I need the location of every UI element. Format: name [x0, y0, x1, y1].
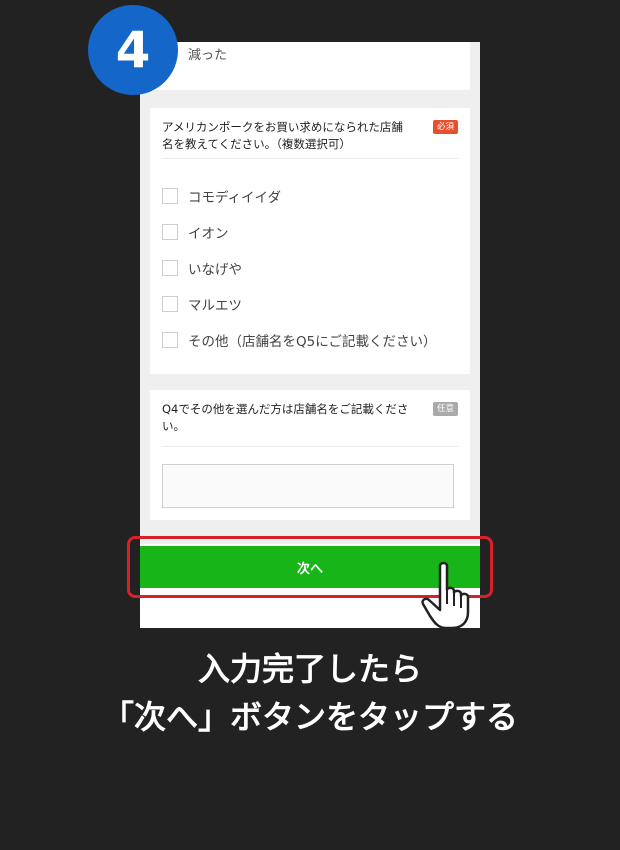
option-label: いなげや — [188, 262, 242, 278]
store-name-textarea[interactable] — [162, 464, 454, 508]
previous-option-label: 減った — [188, 48, 228, 63]
option-label: イオン — [188, 226, 229, 242]
instruction-caption-line2: 「次へ」ボタンをタップする — [101, 698, 518, 736]
option-aeon[interactable]: イオン — [162, 223, 229, 242]
previous-question-card: 減った — [150, 42, 470, 90]
checkbox[interactable] — [162, 260, 178, 276]
divider — [162, 446, 458, 447]
option-inageya[interactable]: いなげや — [162, 259, 242, 278]
checkbox[interactable] — [162, 224, 178, 240]
divider — [162, 158, 458, 159]
checkbox[interactable] — [162, 188, 178, 204]
checkbox[interactable] — [162, 296, 178, 312]
required-badge: 必須 — [432, 120, 458, 134]
option-maruetsu[interactable]: マルエツ — [162, 295, 242, 314]
instruction-caption-line1: 入力完了したら — [197, 650, 422, 688]
option-label: マルエツ — [188, 298, 242, 314]
option-label: その他（店舗名をQ5にご記載ください） — [188, 334, 437, 350]
question-title: Q4でその他を選んだ方は店舗名をご記載ください。 — [162, 402, 409, 433]
checkbox[interactable] — [162, 332, 178, 348]
question-card-other-store: Q4でその他を選んだ方は店舗名をご記載ください。 任意 — [150, 390, 470, 520]
optional-badge: 任意 — [432, 402, 458, 416]
pointing-hand-icon — [421, 561, 470, 630]
question-title: アメリカンポークをお買い求めになられた店舗名を教えてください。（複数選択可） — [162, 120, 403, 151]
question-card-store: アメリカンポークをお買い求めになられた店舗名を教えてください。（複数選択可） 必… — [150, 108, 470, 374]
option-comodi-iida[interactable]: コモディイイダ — [162, 187, 282, 206]
option-label: コモディイイダ — [188, 190, 282, 206]
option-other[interactable]: その他（店舗名をQ5にご記載ください） — [162, 331, 437, 350]
step-number-badge: 4 — [88, 5, 178, 95]
